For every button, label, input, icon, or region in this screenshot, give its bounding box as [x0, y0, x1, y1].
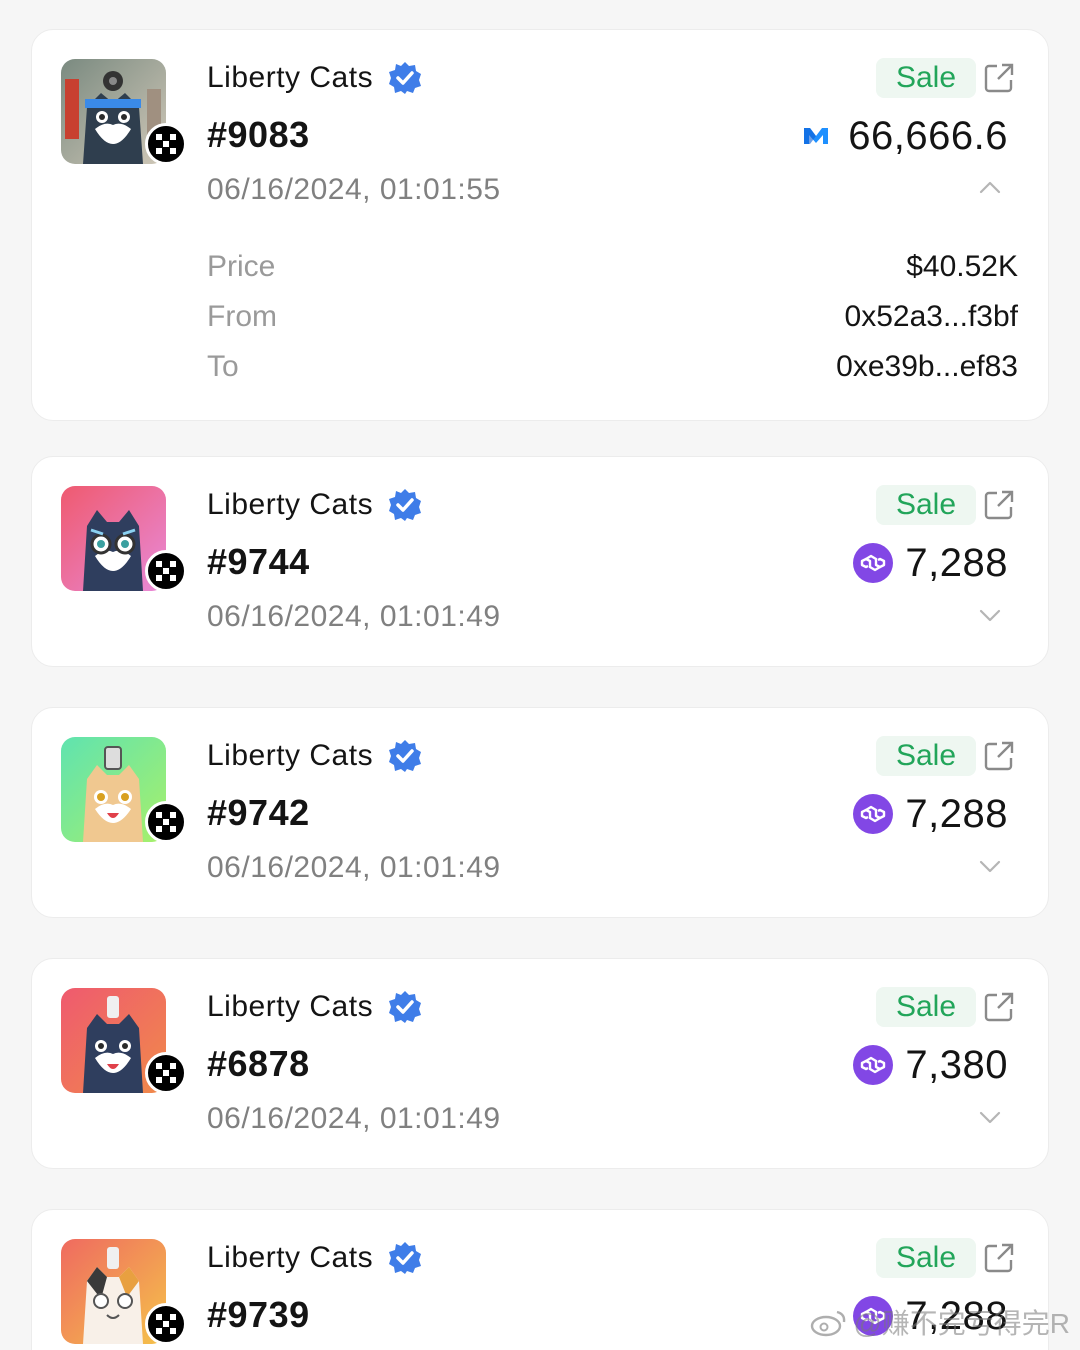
activity-card[interactable]: Liberty Cats #9083 06/16/2024, 01:01:55 … — [31, 29, 1049, 421]
watermark-text: @赚不完亏得完R — [853, 1308, 1070, 1339]
chevron-down-icon[interactable] — [976, 1103, 1004, 1131]
okx-chain-icon — [145, 801, 187, 843]
detail-label: Price — [207, 250, 276, 283]
activity-list: Liberty Cats #9083 06/16/2024, 01:01:55 … — [0, 0, 1080, 1350]
detail-label: To — [207, 350, 239, 383]
okx-chain-icon — [145, 1052, 187, 1094]
amount-value: 66,666.6 — [848, 113, 1008, 158]
price-amount: 66,666.6 — [796, 112, 1008, 160]
collection-label: Liberty Cats — [207, 61, 374, 94]
verified-icon — [387, 738, 423, 774]
verified-icon — [387, 60, 423, 96]
nft-thumbnail[interactable] — [61, 988, 187, 1094]
collection-label: Liberty Cats — [207, 739, 374, 772]
timestamp: 06/16/2024, 01:01:49 — [207, 600, 501, 633]
verified-icon — [387, 989, 423, 1025]
nft-thumbnail[interactable] — [61, 59, 187, 165]
external-link-icon[interactable] — [982, 739, 1016, 773]
activity-card[interactable]: Liberty Cats #9742 06/16/2024, 01:01:49 … — [31, 707, 1049, 918]
price-amount: 7,288 — [853, 790, 1008, 838]
external-link-icon[interactable] — [982, 1241, 1016, 1275]
sale-badge: Sale — [875, 987, 976, 1027]
from-row: From 0x52a3...f3bf — [207, 292, 1018, 342]
mantle-icon — [796, 116, 837, 156]
token-id[interactable]: #9742 — [207, 792, 310, 834]
price-amount: 7,380 — [853, 1041, 1008, 1089]
sale-badge: Sale — [875, 736, 976, 776]
amount-value: 7,288 — [905, 791, 1008, 836]
external-link-icon[interactable] — [982, 488, 1016, 522]
chevron-down-icon[interactable] — [976, 601, 1004, 629]
collection-label: Liberty Cats — [207, 488, 374, 521]
chevron-up-icon[interactable] — [976, 174, 1004, 202]
nft-thumbnail[interactable] — [61, 486, 187, 592]
nft-thumbnail[interactable] — [61, 737, 187, 843]
activity-card[interactable]: Liberty Cats #9744 06/16/2024, 01:01:49 … — [31, 456, 1049, 667]
detail-value: $40.52K — [906, 250, 1018, 283]
token-id[interactable]: #6878 — [207, 1043, 310, 1085]
polygon-icon — [853, 794, 894, 834]
verified-icon — [387, 1240, 423, 1276]
amount-value: 7,288 — [905, 540, 1008, 585]
detail-label: From — [207, 300, 277, 333]
collection-label: Liberty Cats — [207, 990, 374, 1023]
from-address[interactable]: 0x52a3...f3bf — [845, 300, 1018, 334]
collection-name[interactable]: Liberty Cats — [207, 989, 423, 1025]
watermark: @赚不完亏得完R — [809, 1302, 1070, 1342]
token-id[interactable]: #9739 — [207, 1294, 310, 1336]
to-address[interactable]: 0xe39b...ef83 — [836, 350, 1018, 384]
collection-name[interactable]: Liberty Cats — [207, 60, 423, 96]
okx-chain-icon — [145, 1303, 187, 1345]
timestamp: 06/16/2024, 01:01:49 — [207, 851, 501, 884]
price-row: Price $40.52K — [207, 242, 1018, 292]
weibo-icon — [809, 1306, 849, 1338]
collection-name[interactable]: Liberty Cats — [207, 487, 423, 523]
activity-card[interactable]: Liberty Cats #6878 06/16/2024, 01:01:49 … — [31, 958, 1049, 1169]
token-id[interactable]: #9744 — [207, 541, 310, 583]
collection-name[interactable]: Liberty Cats — [207, 738, 423, 774]
price-amount: 7,288 — [853, 539, 1008, 587]
timestamp: 06/16/2024, 01:01:55 — [207, 173, 501, 206]
chevron-down-icon[interactable] — [976, 852, 1004, 880]
sale-badge: Sale — [875, 485, 976, 525]
nft-thumbnail[interactable] — [61, 1239, 187, 1345]
timestamp: 06/16/2024, 01:01:49 — [207, 1102, 501, 1135]
amount-value: 7,380 — [905, 1042, 1008, 1087]
external-link-icon[interactable] — [982, 990, 1016, 1024]
external-link-icon[interactable] — [982, 61, 1016, 95]
okx-chain-icon — [145, 550, 187, 592]
collection-name[interactable]: Liberty Cats — [207, 1240, 423, 1276]
token-id[interactable]: #9083 — [207, 114, 310, 156]
transaction-details: Price $40.52K From 0x52a3...f3bf To 0xe3… — [207, 242, 1018, 392]
polygon-icon — [853, 1045, 894, 1085]
collection-label: Liberty Cats — [207, 1241, 374, 1274]
polygon-icon — [853, 543, 894, 583]
okx-chain-icon — [145, 123, 187, 165]
verified-icon — [387, 487, 423, 523]
to-row: To 0xe39b...ef83 — [207, 342, 1018, 392]
sale-badge: Sale — [875, 58, 976, 98]
sale-badge: Sale — [875, 1238, 976, 1278]
